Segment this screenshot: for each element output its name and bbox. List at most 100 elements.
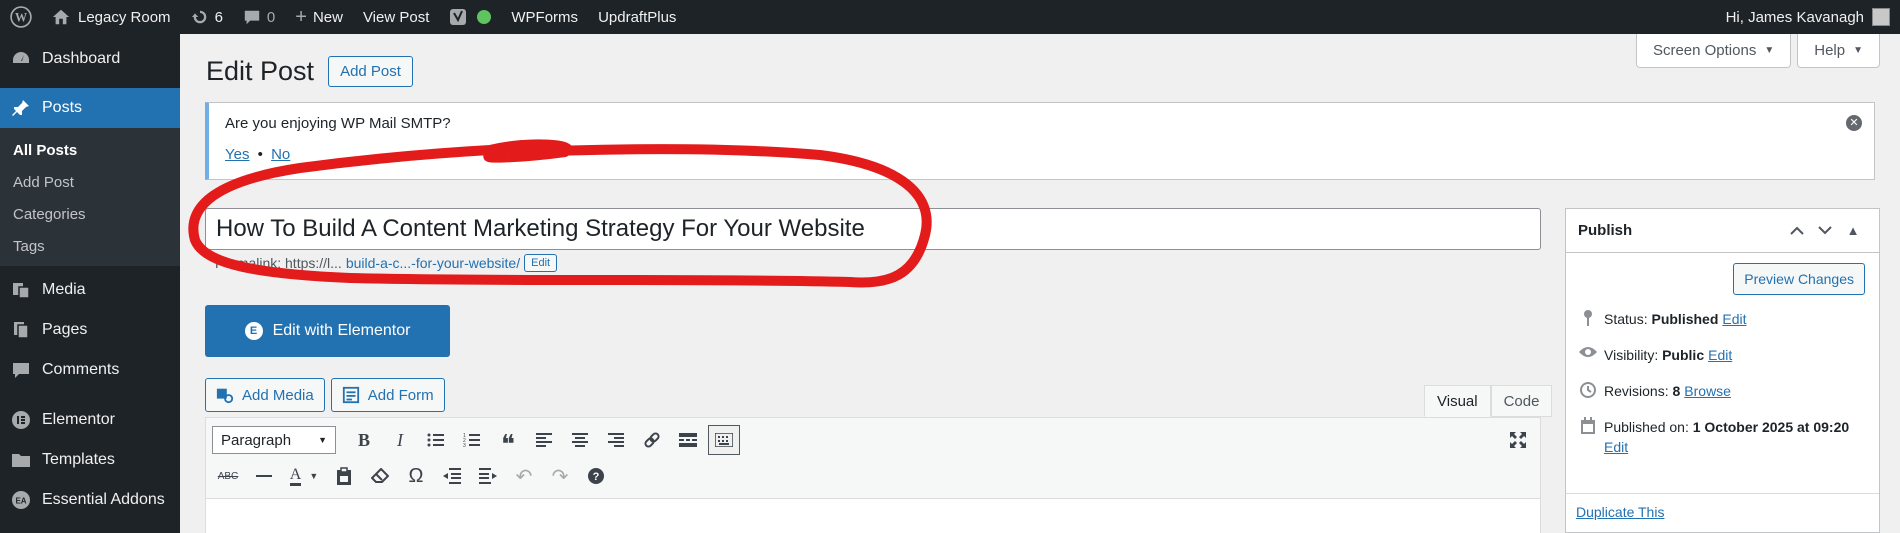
horizontal-line-icon[interactable] — [248, 461, 280, 491]
publish-misc: Status: Published Edit Visibility: Public… — [1576, 309, 1866, 473]
blockquote-icon[interactable]: ❝ — [492, 425, 524, 459]
notice-yes-link[interactable]: Yes — [225, 146, 249, 163]
sidebar-item-posts[interactable]: Posts — [0, 88, 180, 128]
bullet-list-icon[interactable] — [420, 425, 452, 455]
new-content-link[interactable]: + New — [285, 0, 353, 34]
align-left-icon[interactable] — [528, 425, 560, 455]
fullscreen-icon[interactable] — [1502, 425, 1534, 455]
published-on-edit-link[interactable]: Edit — [1604, 439, 1628, 455]
caret-down-icon: ▼ — [318, 435, 327, 445]
updraftplus-link[interactable]: UpdraftPlus — [588, 0, 686, 34]
yoast-menu[interactable] — [439, 0, 501, 34]
revisions-value: 8 — [1672, 383, 1681, 399]
wpforms-link[interactable]: WPForms — [501, 0, 588, 34]
visibility-row: Visibility: Public Edit — [1576, 345, 1866, 365]
submenu-all-posts[interactable]: All Posts — [0, 134, 180, 166]
help-button[interactable]: Help ▼ — [1797, 34, 1880, 68]
editor-tabs: Visual Code — [1424, 385, 1553, 417]
undo-icon[interactable]: ↶ — [508, 461, 540, 491]
preview-changes-button[interactable]: Preview Changes — [1733, 263, 1865, 295]
revisions-label: Revisions: — [1604, 383, 1669, 399]
published-on-label: Published on: — [1604, 419, 1689, 435]
sidebar-item-dashboard[interactable]: Dashboard — [0, 39, 180, 79]
greeting: Hi, James Kavanagh — [1725, 8, 1864, 26]
sidebar-item-comments[interactable]: Comments — [0, 350, 180, 390]
submenu-categories[interactable]: Categories — [0, 198, 180, 230]
status-edit-link[interactable]: Edit — [1722, 311, 1746, 327]
sidebar-item-pages[interactable]: Pages — [0, 310, 180, 350]
revisions-row: Revisions: 8 Browse — [1576, 381, 1866, 401]
comments-link[interactable]: 0 — [233, 0, 285, 34]
tab-visual[interactable]: Visual — [1424, 385, 1491, 417]
submenu-add-post[interactable]: Add Post — [0, 166, 180, 198]
account-menu[interactable]: Hi, James Kavanagh — [1716, 0, 1900, 34]
indent-icon[interactable] — [472, 461, 504, 491]
sidebar-item-label: Pages — [42, 321, 88, 338]
permalink-link[interactable]: build-a-c...-for-your-website/ — [346, 255, 520, 271]
align-center-icon[interactable] — [564, 425, 596, 455]
add-media-label: Add Media — [242, 386, 314, 404]
wordpress-logo-icon[interactable]: W — [0, 0, 42, 34]
italic-icon[interactable]: I — [384, 425, 416, 455]
paste-text-icon[interactable] — [328, 461, 360, 491]
home-icon — [52, 9, 70, 25]
published-on-row: Published on: 1 October 2025 at 09:20 Edi… — [1576, 417, 1866, 457]
post-title-input[interactable] — [205, 208, 1541, 250]
wpforms-label: WPForms — [511, 8, 579, 26]
status-label: Status: — [1604, 311, 1648, 327]
link-icon[interactable] — [636, 425, 668, 455]
duplicate-this-link[interactable]: Duplicate This — [1576, 504, 1664, 520]
new-label: New — [312, 8, 343, 26]
redo-icon[interactable]: ↷ — [544, 461, 576, 491]
special-character-icon[interactable]: Ω — [400, 461, 432, 491]
add-form-button[interactable]: Add Form — [330, 378, 445, 412]
read-more-icon[interactable] — [672, 425, 704, 455]
revisions-browse-link[interactable]: Browse — [1684, 383, 1731, 399]
yoast-icon — [450, 9, 467, 25]
sidebar-item-label: Media — [42, 281, 86, 298]
sidebar-item-essential-addons[interactable]: EA Essential Addons — [0, 480, 180, 520]
publish-box: Publish ▲ Preview Changes Status: Publis… — [1565, 208, 1880, 533]
collapse-toggle-icon[interactable]: ▲ — [1839, 223, 1867, 238]
bold-icon[interactable]: B — [348, 425, 380, 455]
site-name: Legacy Room — [78, 8, 171, 26]
sidebar-item-elementor[interactable]: Elementor — [0, 400, 180, 440]
title-section: Permalink: https://l... build-a-c...-for… — [205, 208, 1541, 272]
sidebar-item-label: Templates — [42, 451, 115, 468]
format-select[interactable]: Paragraph ▼ — [212, 426, 336, 454]
move-down-icon[interactable] — [1811, 223, 1839, 238]
edit-with-elementor-button[interactable]: E Edit with Elementor — [205, 305, 450, 357]
align-right-icon[interactable] — [600, 425, 632, 455]
clear-formatting-icon[interactable] — [364, 461, 396, 491]
smtp-notice: Are you enjoying WP Mail SMTP? Yes • No … — [205, 102, 1875, 180]
toolbar-row-2: ABC A ▼ Ω ↶ ↷ ? — [212, 458, 1534, 494]
visibility-edit-link[interactable]: Edit — [1708, 347, 1732, 363]
screen-options-button[interactable]: Screen Options ▼ — [1635, 34, 1792, 68]
sidebar-item-templates[interactable]: Templates — [0, 440, 180, 480]
status-row: Status: Published Edit — [1576, 309, 1866, 329]
screen-options-label: Screen Options — [1652, 42, 1757, 59]
text-color-icon[interactable]: A ▼ — [284, 461, 324, 491]
toolbar-toggle-icon[interactable] — [708, 425, 740, 455]
sidebar-item-media[interactable]: Media — [0, 270, 180, 310]
dismiss-icon[interactable]: ✕ — [1846, 115, 1862, 131]
submenu-tags[interactable]: Tags — [0, 230, 180, 262]
tab-code[interactable]: Code — [1490, 385, 1553, 417]
permalink-edit-button[interactable]: Edit — [524, 254, 558, 272]
content-editor: Paragraph ▼ B I 123 ❝ ABC A ▼ Ω ↶ ↷ ? — [205, 417, 1541, 533]
add-media-button[interactable]: Add Media — [205, 378, 325, 412]
updraftplus-label: UpdraftPlus — [598, 8, 677, 26]
help-circle-icon[interactable]: ? — [580, 461, 612, 491]
published-on-value: 1 October 2025 at 09:20 — [1692, 419, 1850, 435]
view-post-link[interactable]: View Post — [353, 0, 439, 34]
notice-no-link[interactable]: No — [271, 146, 290, 163]
outdent-icon[interactable] — [436, 461, 468, 491]
updates-link[interactable]: 6 — [181, 0, 233, 34]
add-post-button[interactable]: Add Post — [328, 56, 413, 87]
status-value: Published — [1651, 311, 1719, 327]
notice-links: Yes • No — [225, 146, 1858, 163]
site-name-link[interactable]: Legacy Room — [42, 0, 181, 34]
numbered-list-icon[interactable]: 123 — [456, 425, 488, 455]
move-up-icon[interactable] — [1783, 223, 1811, 238]
strikethrough-icon[interactable]: ABC — [212, 461, 244, 491]
